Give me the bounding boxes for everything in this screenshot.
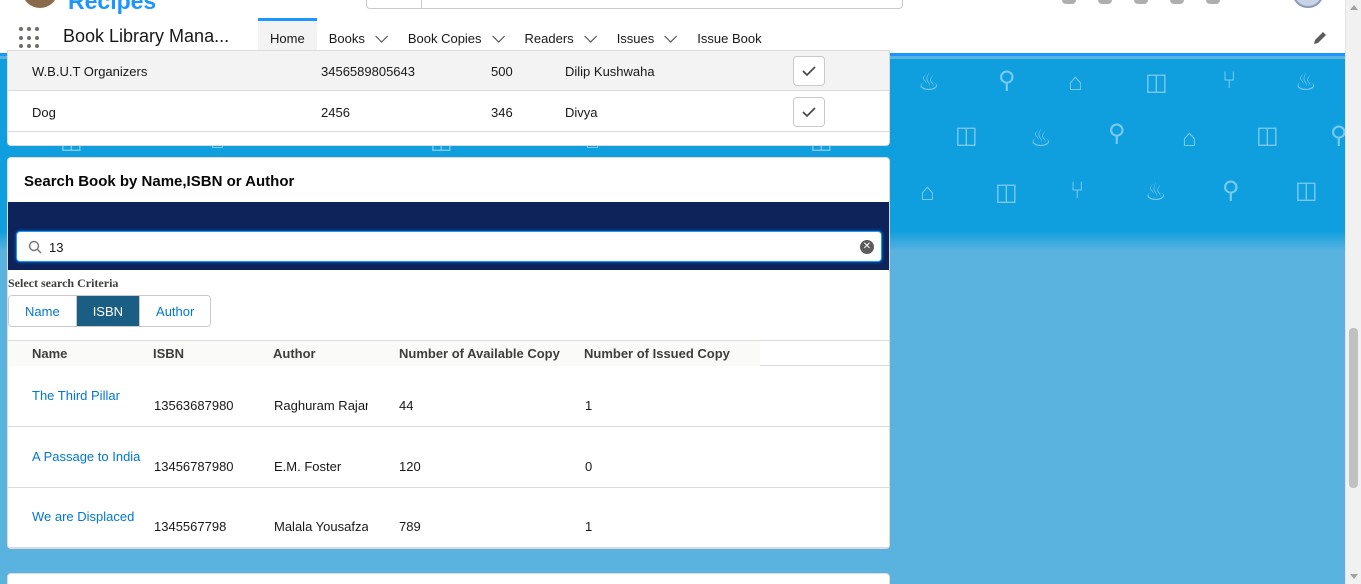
tab-label: Issues [616,31,655,46]
criteria-button-group: Name ISBN Author [8,295,212,327]
table-row: The Third Pillar 13563687980 Raghuram Ra… [8,366,889,427]
global-search-input[interactable] [366,0,903,9]
edit-icon[interactable] [1312,30,1328,46]
cell-author: E.M. Foster [274,459,342,474]
scroll-down-icon[interactable] [1350,574,1358,579]
next-card [7,573,890,584]
cell-available: 44 [399,398,414,413]
cell-issued: 0 [585,459,593,474]
column-header-available[interactable]: Number of Available Copy [399,346,560,361]
user-avatar[interactable] [1292,0,1324,8]
setup-icon[interactable] [1170,0,1184,4]
cell-reader: Dilip Kushwaha [565,64,655,79]
search-panel: ✕ [8,202,889,270]
criteria-isbn-button[interactable]: ISBN [76,296,141,326]
utility-icons [1062,0,1220,4]
brand-text: Recipes [68,0,157,14]
check-icon [802,107,816,118]
tab-label: Issue Book [697,31,762,46]
scroll-up-icon[interactable] [1350,5,1358,10]
chevron-down-icon[interactable] [583,30,597,43]
chevron-down-icon[interactable] [491,30,505,43]
global-header: Recipes [0,0,1345,18]
clear-icon[interactable]: ✕ [860,240,874,254]
chevron-down-icon[interactable] [375,30,388,43]
table-row: W.B.U.T Organizers 3456589805643 500 Dil… [8,51,889,91]
table-row: A Passage to India 13456787980 E.M. Fost… [8,427,889,488]
book-link[interactable]: The Third Pillar [32,388,120,403]
cell-issued: 1 [585,519,593,534]
column-header-author[interactable]: Author [273,346,316,361]
book-search-input[interactable] [49,237,849,257]
cell-reader: Divya [565,105,598,120]
brand-logo [22,0,58,8]
return-button[interactable] [793,97,825,127]
favorites-icon[interactable] [1062,0,1076,4]
tab-label: Book Copies [407,31,482,46]
tab-label: Home [270,31,305,46]
criteria-name-button[interactable]: Name [9,296,77,326]
help-icon[interactable] [1134,0,1148,4]
waffle-icon[interactable] [19,27,41,49]
check-icon [802,66,816,77]
app-name: Book Library Mana... [63,26,230,46]
tab-label: Readers [524,31,574,46]
cell-isbn: 2456 [321,105,350,120]
scrollbar-thumb[interactable] [1349,328,1358,488]
tab-label: Books [328,31,365,46]
cell-author: Raghuram Rajan [274,398,368,413]
table-row: Dog 2456 346 Divya [8,92,889,132]
criteria-label: Select search Criteria [8,276,119,290]
add-icon[interactable] [1098,0,1112,4]
book-search-box[interactable]: ✕ [16,231,882,262]
column-header-isbn[interactable]: ISBN [153,346,184,361]
cell-count: 346 [491,105,513,120]
return-button[interactable] [793,56,825,86]
criteria-author-button[interactable]: Author [140,296,211,326]
cell-issued: 1 [585,398,593,413]
chevron-down-icon[interactable] [664,30,678,43]
cell-count: 500 [491,64,513,79]
cell-book-name: W.B.U.T Organizers [32,64,148,79]
notifications-icon[interactable] [1206,0,1220,4]
table-row: We are Displaced 1345567798 Malala Yousa… [8,487,889,548]
search-icon [28,240,42,254]
column-header-name[interactable]: Name [32,346,67,361]
cell-isbn: 1345567798 [154,519,227,534]
cell-available: 789 [399,519,421,534]
issues-card: W.B.U.T Organizers 3456589805643 500 Dil… [7,50,890,146]
search-book-card: Search Book by Name,ISBN or Author ✕ Sel… [7,157,890,549]
cell-isbn: 3456589805643 [321,64,415,79]
cell-isbn: 13563687980 [154,398,234,413]
book-link[interactable]: We are Displaced [32,509,134,524]
cell-isbn: 13456787980 [154,459,234,474]
cell-available: 120 [399,459,421,474]
cell-book-name: Dog [32,105,56,120]
column-header-issued[interactable]: Number of Issued Copy [584,346,730,361]
card-title: Search Book by Name,ISBN or Author [24,173,295,190]
results-table-header: Name ISBN Author Number of Available Cop… [8,340,889,366]
cell-author: Malala Yousafzai [274,519,368,534]
page-scrollbar[interactable] [1345,0,1361,584]
book-link[interactable]: A Passage to India [32,449,140,464]
